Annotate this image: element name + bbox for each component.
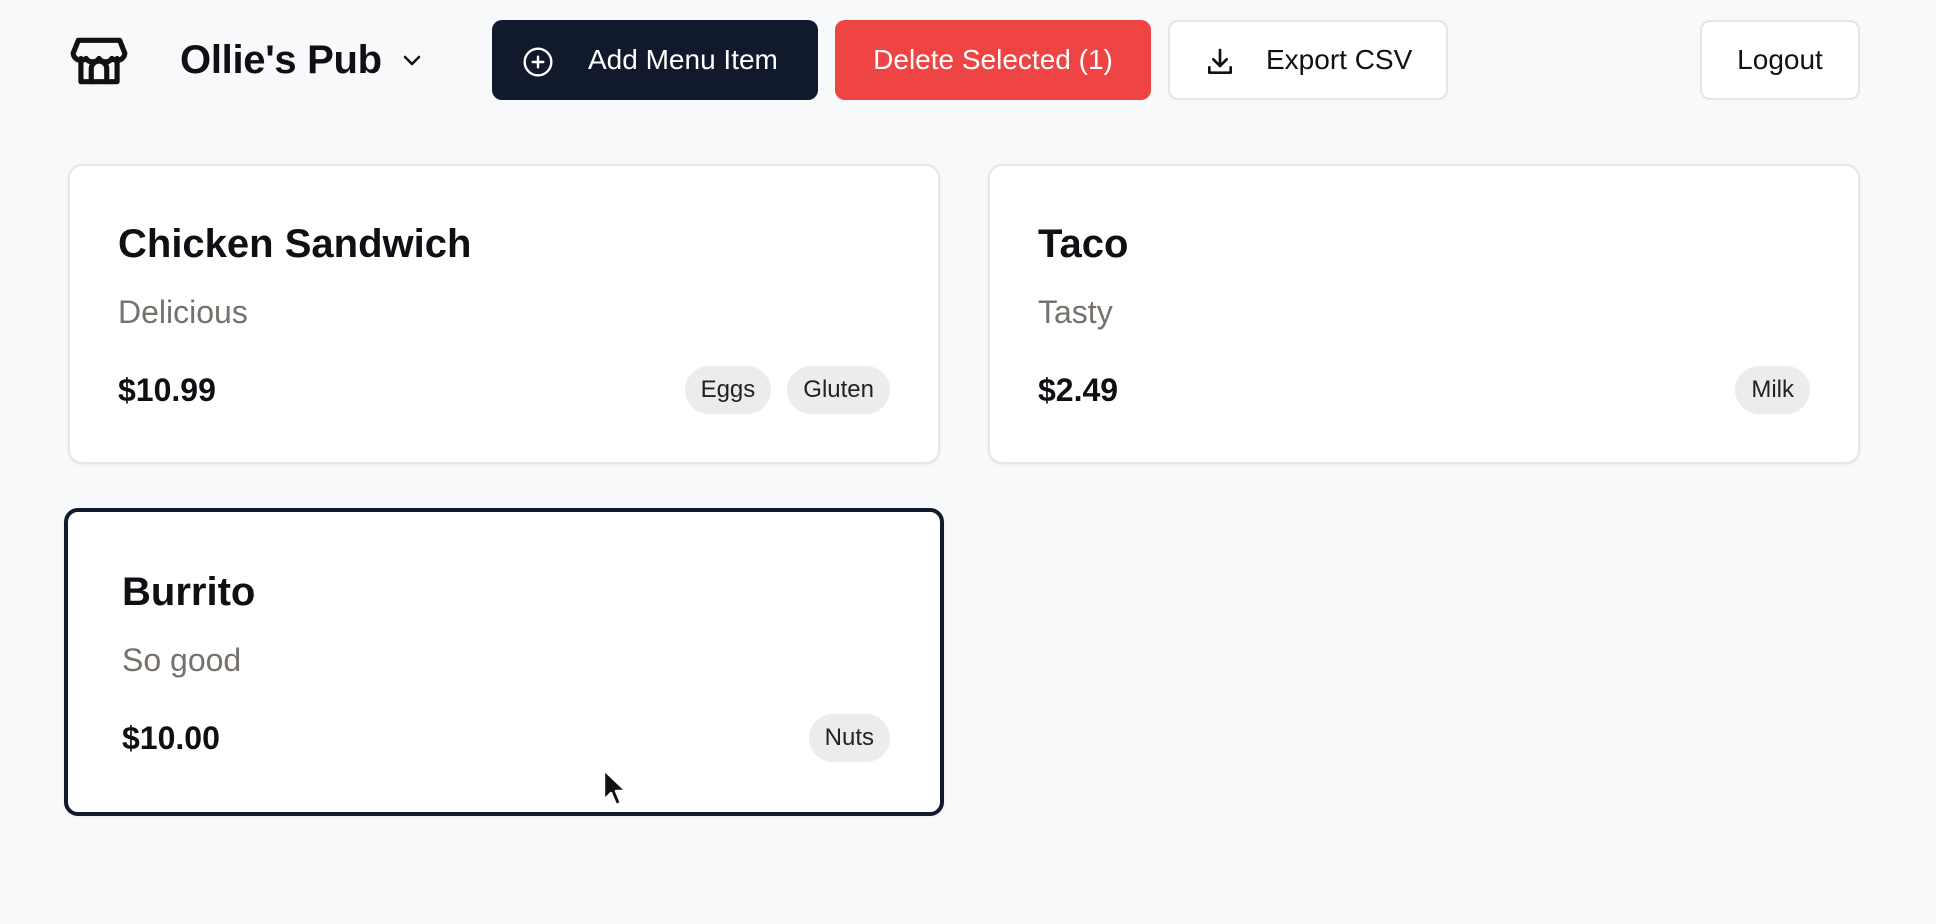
delete-selected-button[interactable]: Delete Selected (1) [835,20,1151,100]
allergen-tags: Milk [1735,366,1810,414]
allergen-tag: Milk [1735,366,1810,414]
mouse-cursor-icon [602,768,628,807]
storefront-icon[interactable] [68,30,130,92]
allergen-tag: Gluten [787,366,890,414]
menu-item-name: Taco [1038,222,1129,266]
menu-item-name: Burrito [122,570,256,614]
allergen-tags: Nuts [808,714,890,762]
download-icon [1208,48,1232,74]
add-menu-item-label: Add Menu Item [588,44,778,75]
chevron-down-icon[interactable] [400,48,424,72]
export-csv-button[interactable]: Export CSV [1168,20,1448,100]
logout-button[interactable]: Logout [1700,20,1860,100]
menu-item-card-taco[interactable]: Taco Tasty $2.49 Milk [988,164,1860,464]
menu-item-price: $10.99 [118,372,216,408]
store-name[interactable]: Ollie's Pub [180,36,382,84]
export-csv-label: Export CSV [1266,44,1413,75]
menu-item-price: $2.49 [1038,372,1119,408]
allergen-tags: Eggs Gluten [684,366,890,414]
logout-label: Logout [1737,44,1823,75]
top-bar: Ollie's Pub Add Menu Item Delete Selecte… [0,0,1936,120]
add-menu-item-button[interactable]: Add Menu Item [492,20,818,100]
allergen-tag: Nuts [808,714,890,762]
delete-selected-label: Delete Selected (1) [873,44,1113,75]
allergen-tag: Eggs [684,366,772,414]
plus-circle-icon [523,47,553,77]
menu-item-description: Tasty [1038,294,1113,330]
menu-item-description: So good [122,642,242,678]
menu-item-description: Delicious [118,294,248,330]
menu-item-name: Chicken Sandwich [118,222,472,266]
menu-item-price: $10.00 [122,720,220,756]
menu-item-card-burrito[interactable]: Burrito So good $10.00 Nuts [64,508,944,816]
menu-item-card-chicken-sandwich[interactable]: Chicken Sandwich Delicious $10.99 Eggs G… [68,164,940,464]
